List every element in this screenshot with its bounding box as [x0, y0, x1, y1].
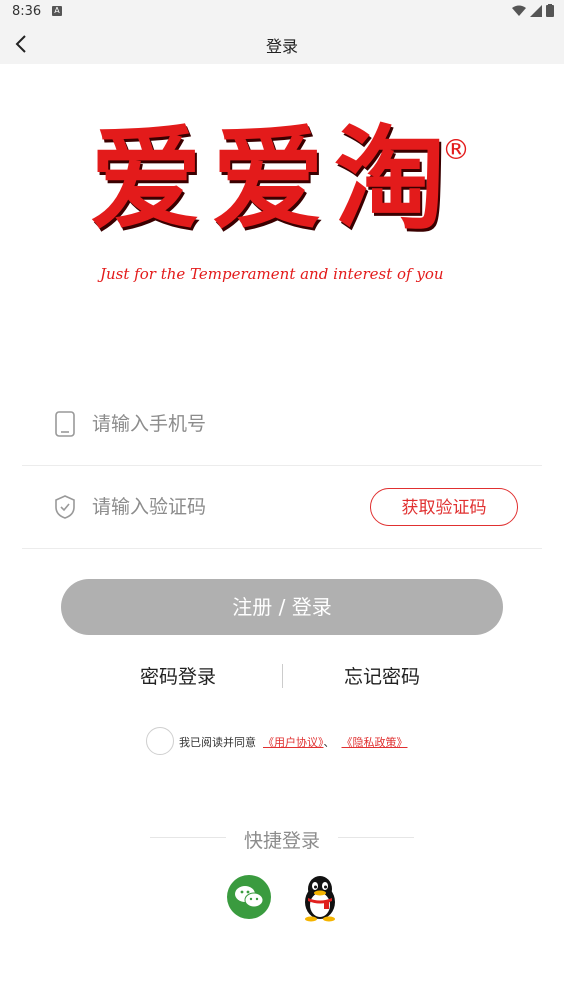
agreement-text: 我已阅读并同意 《用户协议》、 《隐私政策》 [179, 734, 408, 750]
notification-a-icon: A [52, 6, 62, 16]
wechat-login-button[interactable] [227, 875, 271, 919]
get-code-button[interactable]: 获取验证码 [370, 488, 518, 526]
status-time: 8:36 [12, 4, 42, 19]
code-input[interactable] [90, 488, 354, 526]
app-bar: 登录 [0, 24, 564, 64]
phone-row [22, 383, 542, 466]
phone-input[interactable] [90, 405, 354, 443]
login-options: 密码登录 忘记密码 [0, 660, 564, 692]
agreement-row: 我已阅读并同意 《用户协议》、 《隐私政策》 [146, 727, 446, 755]
qq-login-button[interactable] [300, 872, 340, 922]
user-agreement-link[interactable]: 《用户协议》 [263, 736, 324, 749]
register-login-button[interactable]: 注册 / 登录 [61, 579, 503, 635]
brand-logo: 爱爱淘 ® Just for the Temperament and inter… [90, 115, 480, 315]
signal-icon [530, 4, 542, 17]
shield-check-icon [55, 495, 75, 519]
quick-login-header: 快捷登录 [0, 826, 564, 852]
quick-login-label: 快捷登录 [243, 830, 320, 852]
privacy-policy-link[interactable]: 《隐私政策》 [342, 736, 408, 749]
status-bar: 8:36 A [0, 0, 564, 24]
phone-icon [55, 411, 75, 437]
wifi-icon [512, 5, 526, 16]
forgot-password-link[interactable]: 忘记密码 [344, 662, 420, 689]
password-login-link[interactable]: 密码登录 [140, 662, 216, 689]
battery-icon [546, 4, 554, 17]
options-divider [282, 664, 283, 688]
status-icons [512, 4, 554, 17]
agreement-prefix: 我已阅读并同意 [179, 736, 256, 749]
agree-checkbox[interactable] [146, 727, 174, 755]
registered-mark: ® [442, 133, 470, 166]
logo-main-text: 爱爱淘 [90, 114, 456, 245]
logo-tagline: Just for the Temperament and interest of… [100, 265, 444, 283]
page-title: 登录 [265, 37, 298, 56]
wechat-icon [235, 886, 264, 908]
divider-right [338, 837, 414, 838]
agreement-separator: 、 [323, 736, 335, 749]
code-row: 获取验证码 [22, 466, 542, 549]
